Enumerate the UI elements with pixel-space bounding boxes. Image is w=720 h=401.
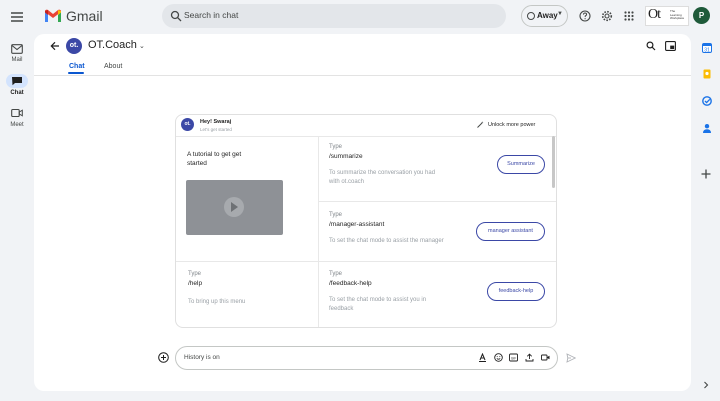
picture-in-picture-icon[interactable] xyxy=(665,41,676,51)
rail-item-mail[interactable]: Mail xyxy=(0,57,34,63)
card-divider xyxy=(176,136,556,137)
search-icon[interactable] xyxy=(646,41,656,51)
search-icon[interactable] xyxy=(170,10,182,22)
command-feedback-help: /feedback-help xyxy=(329,280,372,287)
text-format-icon[interactable] xyxy=(478,353,487,362)
emoji-icon[interactable] xyxy=(494,353,503,362)
card-divider xyxy=(318,201,556,202)
away-status-icon xyxy=(527,12,535,20)
tab-chat-indicator xyxy=(68,72,84,74)
add-addon-icon[interactable] xyxy=(700,168,712,180)
svg-text:31: 31 xyxy=(704,48,710,53)
send-icon[interactable] xyxy=(566,353,576,363)
chat-icon[interactable] xyxy=(11,76,23,86)
status-label: Away xyxy=(537,11,558,20)
card-subtitle: Let's get started xyxy=(200,127,232,132)
command-manager-assistant: /manager-assistant xyxy=(329,221,385,228)
type-label: Type xyxy=(329,212,343,218)
contacts-icon[interactable] xyxy=(702,123,712,133)
chat-title[interactable]: OT.Coach xyxy=(88,39,137,51)
apps-grid-icon[interactable] xyxy=(624,11,634,21)
video-call-icon[interactable] xyxy=(541,353,550,362)
main-menu-icon[interactable] xyxy=(8,8,26,26)
type-label: Type xyxy=(188,271,202,277)
card-greeting: Hey! Swaraj xyxy=(200,119,232,125)
organization-logo-text: Ot xyxy=(648,7,661,22)
gif-icon[interactable]: GIF xyxy=(509,353,518,362)
add-attachment-icon[interactable] xyxy=(158,352,169,363)
play-icon[interactable] xyxy=(231,202,238,212)
type-label: Type xyxy=(329,271,343,277)
tasks-icon[interactable] xyxy=(702,96,712,106)
gear-icon[interactable] xyxy=(601,10,613,22)
feedback-help-button[interactable]: feedback-help xyxy=(487,282,545,301)
rail-item-chat[interactable]: Chat xyxy=(0,90,34,96)
command-help: /help xyxy=(188,280,203,287)
gmail-logo-icon[interactable] xyxy=(44,9,62,23)
app-name: Gmail xyxy=(66,8,103,24)
card-bot-avatar: ot. xyxy=(181,118,194,131)
organization-tagline: The Learning Workplace xyxy=(670,9,685,21)
search-input[interactable]: Search in chat xyxy=(184,10,238,20)
rail-item-meet[interactable]: Meet xyxy=(0,122,34,128)
tab-divider xyxy=(34,75,691,76)
card-scrollbar[interactable] xyxy=(552,136,555,188)
manager-assistant-button[interactable]: manager assistant xyxy=(476,222,545,241)
type-label: Type xyxy=(329,144,343,150)
tutorial-title: A tutorial to get get started xyxy=(187,151,242,167)
mail-icon[interactable] xyxy=(11,44,23,54)
command-description: To set the chat mode to assist you in fe… xyxy=(329,297,427,312)
upload-icon[interactable] xyxy=(525,353,534,362)
command-description: To set the chat mode to assist the manag… xyxy=(329,238,444,244)
keep-icon[interactable] xyxy=(702,69,712,79)
bot-avatar[interactable]: ot. xyxy=(66,38,82,54)
account-avatar[interactable]: P xyxy=(693,7,710,24)
command-description: To summarize the conversation you had wi… xyxy=(329,170,436,185)
help-icon[interactable] xyxy=(579,10,591,22)
tab-chat[interactable]: Chat xyxy=(69,63,85,70)
card-column-divider xyxy=(318,137,319,327)
command-summarize: /summarize xyxy=(329,153,363,160)
video-icon[interactable] xyxy=(11,108,23,118)
svg-text:GIF: GIF xyxy=(511,356,516,360)
card-divider xyxy=(176,261,556,262)
command-description: To bring up this menu xyxy=(188,299,246,305)
message-input-placeholder[interactable]: History is on xyxy=(184,354,220,361)
chevron-right-icon[interactable] xyxy=(702,381,710,389)
tab-about[interactable]: About xyxy=(104,63,122,70)
back-arrow-icon[interactable] xyxy=(50,41,60,51)
summarize-button[interactable]: Summarize xyxy=(497,155,545,174)
chevron-down-icon: ▼ xyxy=(557,11,563,17)
unlock-more-power-link[interactable]: Unlock more power xyxy=(488,122,535,128)
magic-wand-icon[interactable] xyxy=(477,121,484,128)
chevron-down-icon[interactable]: ⌄ xyxy=(139,42,145,50)
calendar-icon[interactable]: 31 xyxy=(702,43,712,53)
